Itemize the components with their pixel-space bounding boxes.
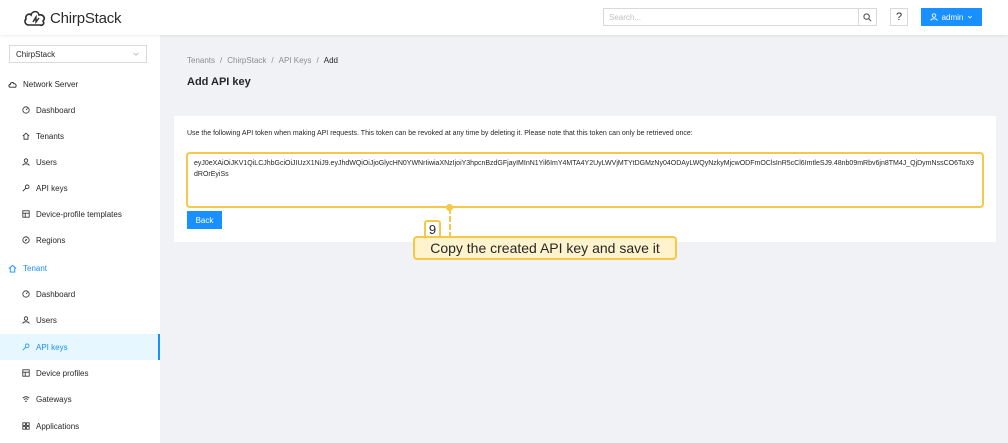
tenant-select[interactable]: ChirpStack	[9, 45, 147, 63]
sidebar-item-label: Applications	[36, 421, 80, 431]
user-icon	[22, 158, 30, 166]
callout-anchor-dot	[446, 204, 453, 211]
breadcrumb-item-tenants[interactable]: Tenants	[187, 56, 215, 65]
callout-connector	[449, 208, 451, 238]
logo[interactable]: ChirpStack	[23, 7, 122, 29]
user-label: admin	[941, 12, 964, 22]
search-input[interactable]	[604, 9, 858, 25]
instruction-callout: Copy the created API key and save it	[413, 236, 677, 260]
tenant-select-value: ChirpStack	[16, 49, 56, 59]
breadcrumb-separator: /	[316, 56, 319, 65]
breadcrumb-separator: /	[220, 56, 223, 65]
breadcrumb: Tenants / ChirpStack / API Keys / Add	[187, 56, 338, 65]
home-icon	[8, 264, 17, 273]
user-icon	[929, 13, 938, 21]
sidebar-item-tenant-api-keys[interactable]: API keys	[0, 334, 160, 360]
sidebar-item-label: Users	[36, 315, 57, 325]
template-icon	[22, 210, 30, 218]
menu-group-network-server[interactable]: Network Server	[0, 71, 160, 97]
sidebar-item-label: API keys	[36, 342, 68, 352]
menu-group-label: Tenant	[23, 263, 48, 273]
api-key-card: Use the following API token when making …	[174, 116, 996, 242]
dashboard-icon	[22, 106, 30, 114]
sidebar-item-ns-users[interactable]: Users	[0, 149, 160, 175]
dashboard-icon	[22, 290, 30, 298]
wifi-icon	[22, 396, 30, 403]
sidebar-item-label: Dashboard	[36, 105, 76, 115]
key-icon	[22, 343, 30, 351]
sidebar-item-label: Gateways	[36, 394, 72, 404]
menu-group-label: Network Server	[23, 79, 79, 89]
sidebar-item-label: Dashboard	[36, 289, 76, 299]
breadcrumb-item-api-keys[interactable]: API Keys	[279, 56, 312, 65]
top-header: ChirpStack ? admin	[0, 0, 1008, 35]
chevron-down-icon	[968, 15, 973, 19]
sidebar-item-ns-dashboard[interactable]: Dashboard	[0, 97, 160, 123]
sidebar-item-device-profile-templates[interactable]: Device-profile templates	[0, 201, 160, 227]
search-button[interactable]	[858, 9, 876, 25]
sidebar-item-label: Tenants	[36, 131, 65, 141]
sidebar-item-label: Users	[36, 157, 57, 167]
api-token-textarea[interactable]: eyJ0eXAiOiJKV1QiLCJhbGciOiJIUzX1NiJ9.eyJ…	[187, 153, 983, 207]
search-icon	[863, 12, 872, 21]
template-icon	[22, 369, 30, 377]
breadcrumb-item-add: Add	[323, 56, 338, 65]
user-icon	[22, 316, 30, 324]
cloud-icon	[8, 81, 17, 88]
compass-icon	[22, 236, 30, 244]
sidebar-item-label: Device profiles	[36, 368, 89, 378]
sidebar-item-tenants[interactable]: Tenants	[0, 123, 160, 149]
help-label: ?	[895, 11, 903, 23]
breadcrumb-separator: /	[271, 56, 274, 65]
breadcrumb-item-chirpstack[interactable]: ChirpStack	[227, 56, 266, 65]
page-title: Add API key	[187, 76, 251, 88]
sidebar-item-tenant-users[interactable]: Users	[0, 307, 160, 333]
key-icon	[22, 184, 30, 192]
sidebar-item-device-profiles[interactable]: Device profiles	[0, 360, 160, 386]
token-info-text: Use the following API token when making …	[187, 130, 693, 137]
sidebar-item-gateways[interactable]: Gateways	[0, 386, 160, 412]
sidebar-item-ns-api-keys[interactable]: API keys	[0, 175, 160, 201]
logo-text: ChirpStack	[50, 9, 122, 27]
sidebar-item-label: API keys	[36, 183, 68, 193]
back-button-label: Back	[195, 215, 214, 225]
sidebar-item-tenant-dashboard[interactable]: Dashboard	[0, 281, 160, 307]
chevron-down-icon	[133, 52, 139, 56]
sidebar-item-regions[interactable]: Regions	[0, 227, 160, 253]
home-icon	[22, 132, 30, 140]
sidebar: ChirpStack Network Server Dashboard Tena…	[0, 35, 160, 443]
sidebar-item-label: Regions	[36, 235, 66, 245]
search-box	[603, 8, 877, 26]
user-menu-button[interactable]: admin	[921, 8, 982, 26]
sidebar-item-applications[interactable]: Applications	[0, 413, 160, 439]
back-button[interactable]: Back	[187, 211, 222, 229]
cloud-icon	[24, 10, 46, 27]
help-button[interactable]: ?	[890, 8, 908, 26]
appstore-icon	[22, 422, 30, 430]
sidebar-item-label: Device-profile templates	[36, 209, 122, 219]
menu-group-tenant[interactable]: Tenant	[0, 255, 160, 281]
